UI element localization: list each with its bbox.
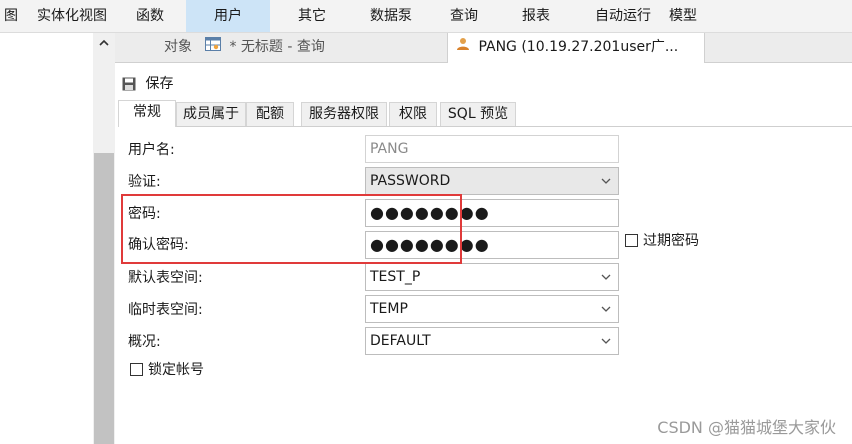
password-label: 密码: xyxy=(128,206,161,222)
watermark: CSDN @猫猫城堡大家伙 xyxy=(657,418,836,437)
tab-label: 对象 xyxy=(164,39,192,55)
tab-objects[interactable]: 对象 xyxy=(143,33,213,62)
temp-tablespace-select[interactable]: TEMP xyxy=(365,295,619,323)
tab-untitled-query[interactable]: * 无标题 - 查询 xyxy=(205,33,435,62)
scroll-thumb[interactable] xyxy=(94,153,114,444)
default-tablespace-value: TEST_P xyxy=(370,269,421,285)
auth-label: 验证: xyxy=(128,174,161,190)
temp-tablespace-value: TEMP xyxy=(370,301,408,317)
lock-account-label: 锁定帐号 xyxy=(148,362,204,378)
lock-account-checkbox[interactable] xyxy=(130,363,143,376)
confirm-password-field[interactable]: ●●●●●●●● xyxy=(365,231,619,259)
menu-item-function[interactable]: 函数 xyxy=(120,0,180,32)
menu-item-other[interactable]: 其它 xyxy=(282,0,342,32)
tab-sql-preview[interactable]: SQL 预览 xyxy=(440,102,516,126)
tab-label: PANG (10.19.27.201user广... xyxy=(478,39,679,55)
save-button[interactable]: 保存 xyxy=(122,74,173,94)
username-field[interactable]: PANG xyxy=(365,135,619,163)
password-field[interactable]: ●●●●●●●● xyxy=(365,199,619,227)
tab-member-of[interactable]: 成员属于 xyxy=(176,102,246,126)
navigation-pane[interactable] xyxy=(0,33,93,444)
confirm-password-label: 确认密码: xyxy=(128,237,189,253)
save-icon xyxy=(122,76,145,92)
password-expired-checkbox[interactable] xyxy=(625,234,638,247)
menu-item-materialized-view[interactable]: 实体化视图 xyxy=(26,0,118,32)
chevron-down-icon xyxy=(600,264,612,290)
menu-item-data-pump[interactable]: 数据泵 xyxy=(356,0,426,32)
menu-item-query[interactable]: 查询 xyxy=(436,0,492,32)
default-tablespace-select[interactable]: TEST_P xyxy=(365,263,619,291)
tab-server-privileges[interactable]: 服务器权限 xyxy=(301,102,387,126)
temp-tablespace-label: 临时表空间: xyxy=(128,302,203,318)
menu-item-view[interactable]: 图 xyxy=(0,0,22,32)
default-tablespace-label: 默认表空间: xyxy=(128,270,203,286)
tab-label: * 无标题 - 查询 xyxy=(229,39,325,55)
menu-item-model[interactable]: 模型 xyxy=(660,0,706,32)
profile-value: DEFAULT xyxy=(370,333,431,349)
auth-select[interactable]: PASSWORD xyxy=(365,167,619,195)
auth-value: PASSWORD xyxy=(370,173,451,189)
scroll-up-arrow-icon[interactable] xyxy=(93,35,115,53)
query-grid-icon xyxy=(205,33,221,61)
tab-general[interactable]: 常规 xyxy=(118,100,176,127)
chevron-down-icon xyxy=(600,168,612,194)
tab-privileges[interactable]: 权限 xyxy=(389,102,437,126)
tab-quota[interactable]: 配额 xyxy=(246,102,294,126)
tab-user-pang[interactable]: PANG (10.19.27.201user广... xyxy=(447,33,705,63)
profile-label: 概况: xyxy=(128,334,161,350)
menu-item-automation[interactable]: 自动运行 xyxy=(574,0,672,32)
profile-select[interactable]: DEFAULT xyxy=(365,327,619,355)
document-tab-strip: 对象 * 无标题 - 查询 PANG (10.19.27.201user广... xyxy=(115,33,852,63)
chevron-down-icon xyxy=(600,328,612,354)
user-icon xyxy=(456,33,470,61)
navigation-scrollbar[interactable] xyxy=(93,33,115,444)
menu-bar: 图 实体化视图 函数 用户 其它 数据泵 查询 报表 自动运行 模型 xyxy=(0,0,852,33)
menu-item-report[interactable]: 报表 xyxy=(508,0,564,32)
password-expired-label: 过期密码 xyxy=(643,233,699,249)
username-label: 用户名: xyxy=(128,142,175,158)
save-label: 保存 xyxy=(145,76,174,92)
menu-item-user[interactable]: 用户 xyxy=(186,0,270,32)
chevron-down-icon xyxy=(600,296,612,322)
property-tab-bar: 常规 成员属于 配额 服务器权限 权限 SQL 预览 xyxy=(118,100,852,127)
